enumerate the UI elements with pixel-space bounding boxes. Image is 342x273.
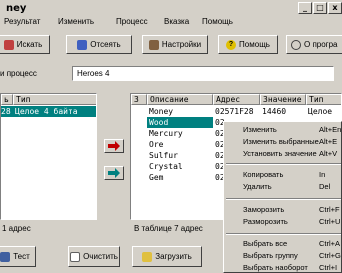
- found-addresses-table[interactable]: ь Тип 28 Целое 4 байта: [0, 93, 97, 220]
- ctx-freeze[interactable]: Заморозить Ctrl+F: [224, 204, 341, 216]
- move-to-table-button[interactable]: [104, 166, 124, 180]
- ctx-select-group[interactable]: Выбрать группу Ctrl+G: [224, 250, 341, 262]
- test-icon: [0, 251, 11, 262]
- ctx-separator: [226, 233, 341, 235]
- process-row: и процесс Heroes 4: [0, 66, 342, 82]
- ctx-separator: [226, 198, 341, 200]
- cell-description: Sulfur: [149, 151, 178, 160]
- menu-bar: Результат Изменить Процесс Вказка Помощь: [0, 16, 342, 30]
- cell-description: Ore: [149, 140, 164, 149]
- settings-button[interactable]: Настройки: [142, 35, 208, 54]
- ctx-unfreeze[interactable]: Разморозить Ctrl+U: [224, 216, 341, 228]
- test-button[interactable]: Тест: [0, 246, 36, 267]
- clear-icon: [70, 251, 81, 262]
- process-select[interactable]: Heroes 4: [72, 66, 334, 81]
- toolbar: Искать Отсеять Настройки ? Помощь О прог…: [0, 32, 342, 58]
- about-button[interactable]: О програ: [286, 35, 342, 54]
- menu-process[interactable]: Процесс: [116, 17, 148, 26]
- cell-description: Mercury: [149, 129, 183, 138]
- context-menu: Изменить Alt+Enter Изменить выбранные Al…: [223, 121, 342, 273]
- load-button[interactable]: Загрузить: [132, 246, 202, 267]
- ctx-select-inverse[interactable]: Выбрать наоборот Ctrl+I: [224, 262, 341, 272]
- cell-description: Crystal: [149, 162, 183, 171]
- maximize-button[interactable]: □: [313, 2, 327, 14]
- arrow-right-red-icon: [108, 141, 120, 151]
- ctx-copy[interactable]: Копировать In: [224, 169, 341, 181]
- table-row[interactable]: Money 02571F28 14460 Целое: [131, 106, 341, 117]
- cell-address: 02571F28: [215, 107, 254, 116]
- col-header-description[interactable]: Описание: [147, 94, 213, 105]
- search-icon: [3, 39, 14, 50]
- col-header-value[interactable]: ь: [1, 94, 13, 105]
- menu-result[interactable]: Результат: [4, 17, 40, 26]
- search-button[interactable]: Искать: [0, 35, 50, 54]
- window-title: ney: [6, 3, 27, 14]
- close-button[interactable]: x: [328, 2, 342, 14]
- process-label: и процесс: [0, 69, 37, 78]
- ctx-separator: [226, 163, 341, 165]
- col-header-address[interactable]: Адрес: [213, 94, 260, 105]
- col-header-value[interactable]: Значение: [260, 94, 306, 105]
- filter-icon: [77, 39, 88, 50]
- status-table-count: В таблице 7 адрес: [134, 224, 203, 233]
- cell-description: Wood: [147, 117, 213, 128]
- minimize-button[interactable]: _: [298, 2, 312, 14]
- help-button[interactable]: ? Помощь: [218, 35, 278, 54]
- cell-description: Gem: [149, 173, 164, 182]
- menu-edit[interactable]: Изменить: [58, 17, 94, 26]
- menu-show[interactable]: Вказка: [164, 17, 189, 26]
- cell-description: Money: [149, 107, 174, 116]
- arrow-right-teal-icon: [108, 168, 120, 178]
- folder-icon: [142, 251, 153, 262]
- cell-value: 28: [1, 107, 11, 116]
- clear-button[interactable]: Очистить: [68, 246, 120, 267]
- ctx-edit-selected[interactable]: Изменить выбранные Alt+E: [224, 136, 341, 148]
- status-found-count: 1 адрес: [2, 224, 31, 233]
- ctx-delete[interactable]: Удалить Del: [224, 181, 341, 193]
- cell-type: Целое 4 байта: [15, 107, 78, 116]
- help-icon: ?: [226, 39, 237, 50]
- add-to-table-button[interactable]: [104, 139, 124, 153]
- ctx-set-value[interactable]: Установить значение Alt+V: [224, 148, 341, 160]
- col-header-type[interactable]: Тип: [13, 94, 96, 105]
- menu-help[interactable]: Помощь: [202, 17, 233, 26]
- cell-value: 14460: [262, 107, 287, 116]
- ctx-select-all[interactable]: Выбрать все Ctrl+A: [224, 238, 341, 250]
- ctx-edit[interactable]: Изменить Alt+Enter: [224, 124, 341, 136]
- col-header-freeze[interactable]: З: [131, 94, 147, 105]
- col-header-type[interactable]: Тип: [306, 94, 341, 105]
- cell-type: Целое: [308, 107, 333, 116]
- info-icon: [291, 39, 301, 50]
- filter-button[interactable]: Отсеять: [66, 35, 132, 54]
- table-row-selected[interactable]: 28 Целое 4 байта: [1, 106, 96, 117]
- settings-icon: [148, 39, 159, 50]
